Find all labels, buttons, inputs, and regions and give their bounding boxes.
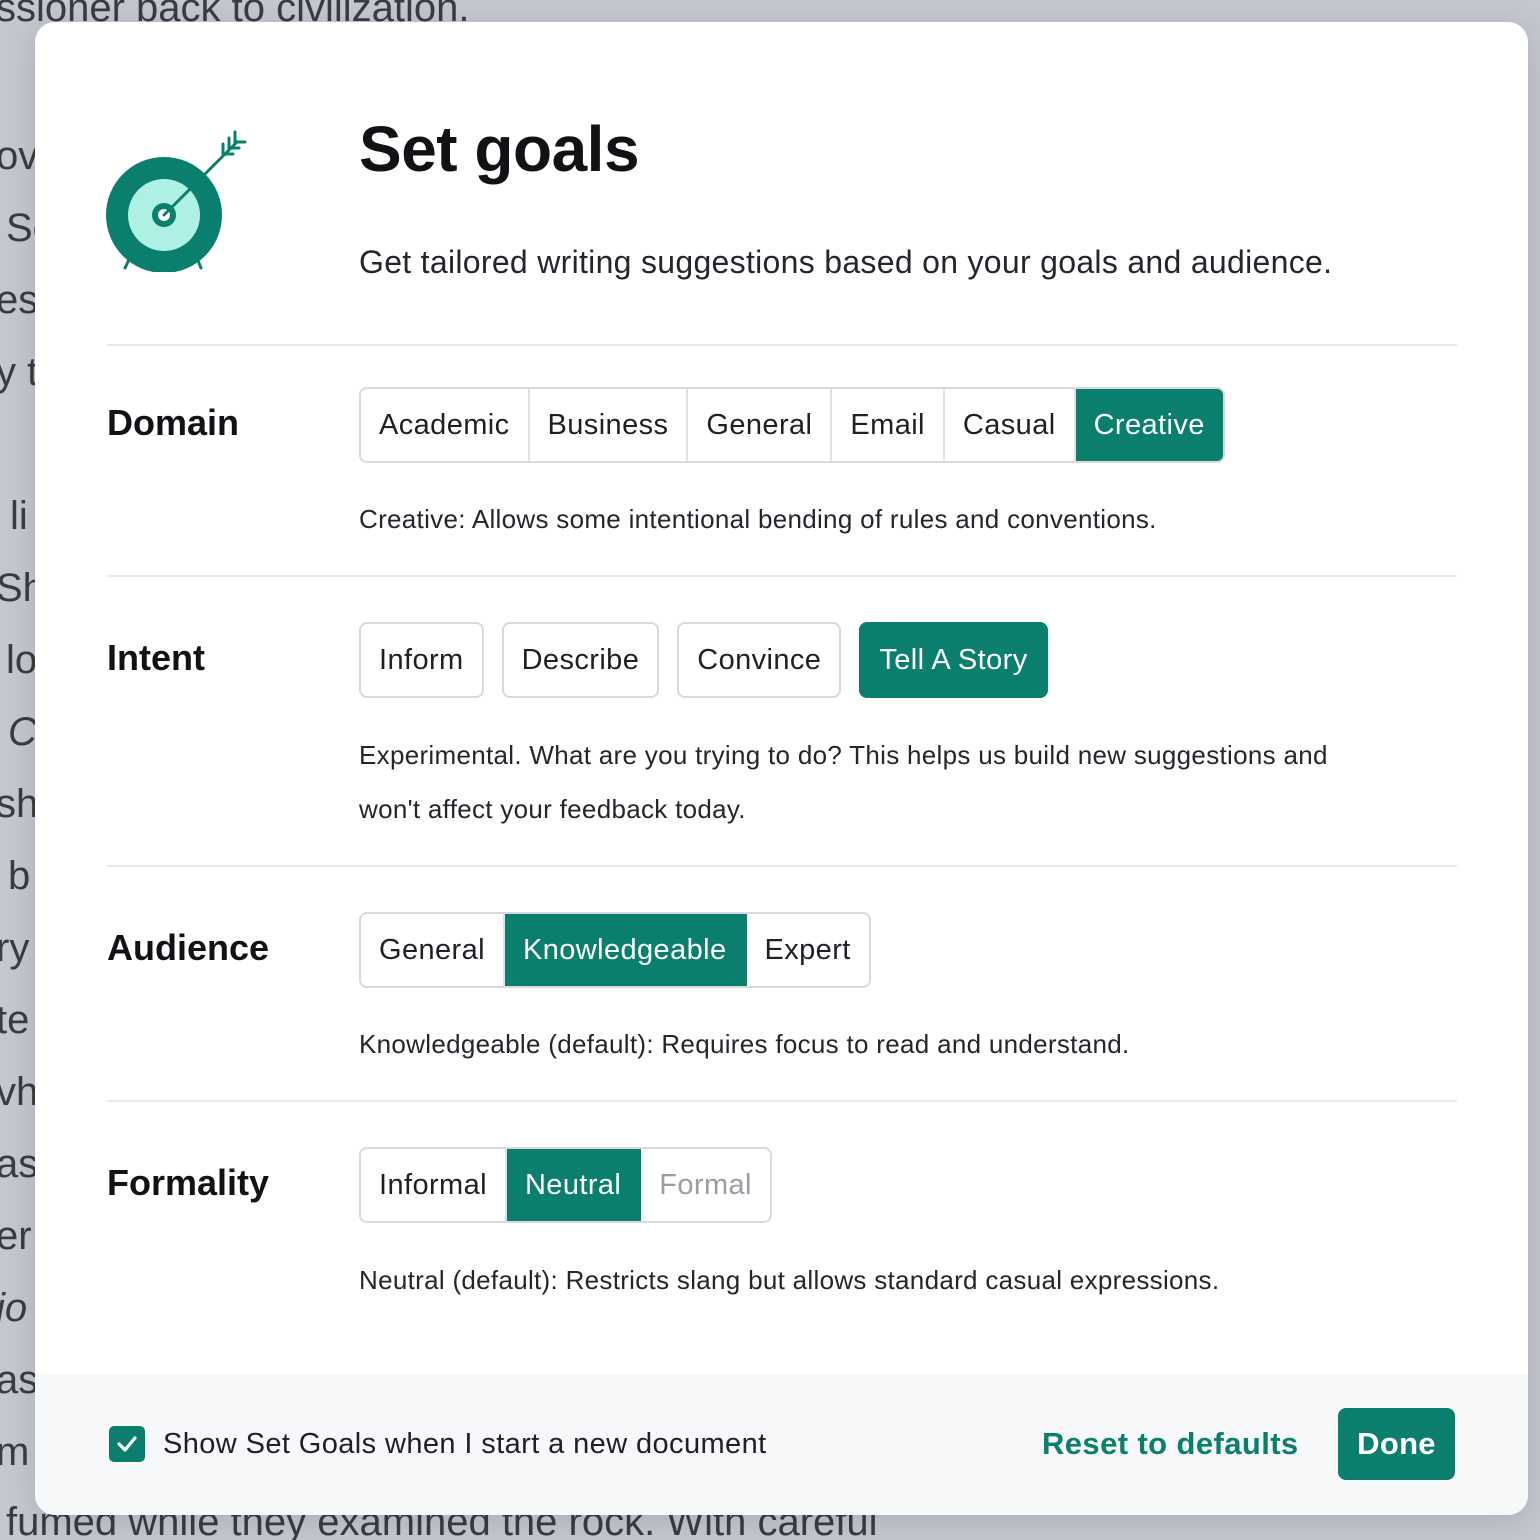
audience-label: Audience <box>107 927 270 968</box>
background-text-fragment: m <box>0 1430 30 1474</box>
intent-options: Inform Describe Convince Tell A Story <box>359 622 1048 698</box>
intent-label: Intent <box>107 637 205 678</box>
background-text-fragment: y t <box>0 350 39 394</box>
background-text-fragment: er <box>0 1214 32 1258</box>
background-text-fragment: C <box>8 710 37 754</box>
domain-option-general[interactable]: General <box>688 389 833 461</box>
intent-option-convince[interactable]: Convince <box>677 622 842 698</box>
divider <box>107 575 1457 577</box>
intent-description-line-1: Experimental. What are you trying to do?… <box>359 740 1328 770</box>
show-set-goals-checkbox[interactable] <box>109 1426 145 1462</box>
reset-to-defaults-button[interactable]: Reset to defaults <box>1042 1426 1299 1462</box>
domain-label: Domain <box>107 402 240 443</box>
show-set-goals-label[interactable]: Show Set Goals when I start a new docume… <box>163 1428 767 1461</box>
audience-description: Knowledgeable (default): Requires focus … <box>359 1029 1130 1059</box>
audience-option-expert[interactable]: Expert <box>747 914 869 986</box>
background-text-fragment: vh <box>0 1070 39 1114</box>
dialog-title: Set goals <box>359 113 640 185</box>
set-goals-dialog: Set goals Get tailored writing suggestio… <box>35 22 1528 1515</box>
background-text-fragment: as <box>0 1358 39 1402</box>
done-button[interactable]: Done <box>1338 1408 1455 1480</box>
domain-option-creative[interactable]: Creative <box>1075 389 1223 461</box>
intent-option-describe[interactable]: Describe <box>501 622 660 698</box>
target-with-arrow-icon <box>105 110 255 273</box>
dialog-subtitle: Get tailored writing suggestions based o… <box>359 244 1333 280</box>
divider <box>107 344 1457 346</box>
formality-label: Formality <box>107 1162 270 1203</box>
intent-option-inform[interactable]: Inform <box>359 622 484 698</box>
domain-option-email[interactable]: Email <box>832 389 945 461</box>
background-text-fragment: jo <box>0 1286 28 1330</box>
domain-option-casual[interactable]: Casual <box>945 389 1076 461</box>
background-text-fragment: b <box>8 854 31 898</box>
dialog-footer: Show Set Goals when I start a new docume… <box>35 1374 1528 1515</box>
background-text-fragment: lo <box>6 638 38 682</box>
background-text-fragment: li <box>10 494 28 538</box>
formality-option-formal[interactable]: Formal <box>641 1149 770 1221</box>
formality-description: Neutral (default): Restricts slang but a… <box>359 1265 1220 1295</box>
audience-option-general[interactable]: General <box>361 914 505 986</box>
audience-segmented-control: General Knowledgeable Expert <box>359 912 871 988</box>
domain-option-academic[interactable]: Academic <box>361 389 530 461</box>
domain-option-business[interactable]: Business <box>530 389 689 461</box>
divider <box>107 865 1457 867</box>
background-text-fragment: ov <box>0 134 39 178</box>
formality-segmented-control: Informal Neutral Formal <box>359 1147 772 1223</box>
intent-option-tell-a-story[interactable]: Tell A Story <box>859 622 1048 698</box>
audience-option-knowledgeable[interactable]: Knowledgeable <box>504 914 747 986</box>
formality-option-informal[interactable]: Informal <box>361 1149 507 1221</box>
formality-option-neutral[interactable]: Neutral <box>506 1149 642 1221</box>
domain-description: Creative: Allows some intentional bendin… <box>359 504 1157 534</box>
background-text-fragment: ry <box>0 926 30 970</box>
divider <box>107 1100 1457 1102</box>
checkmark-icon <box>117 1436 137 1452</box>
background-text-fragment: as <box>0 1142 39 1186</box>
intent-description-line-2: won't affect your feedback today. <box>359 794 746 824</box>
background-text-fragment: sh <box>0 782 39 826</box>
background-text-fragment: te <box>0 998 30 1042</box>
domain-segmented-control: Academic Business General Email Casual C… <box>359 387 1225 463</box>
